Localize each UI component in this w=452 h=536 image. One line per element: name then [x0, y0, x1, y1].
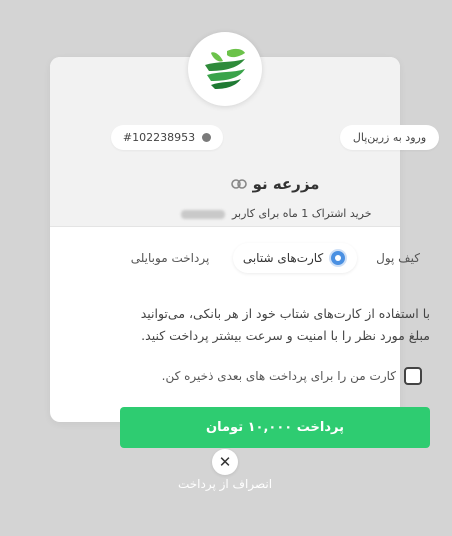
description-text: خرید اشتراک 1 ماه برای کاربر — [231, 207, 372, 220]
payment-info: با استفاده از کارت‌های شتاب خود از هر با… — [125, 303, 430, 347]
link-icon[interactable] — [230, 179, 247, 189]
merchant-name: مزرعه نو — [200, 175, 350, 193]
tab-wallet-label: کیف پول — [376, 251, 420, 265]
merchant-logo — [188, 32, 262, 106]
tab-shetab-label: کارت‌های شتابی — [242, 251, 324, 265]
close-icon: ✕ — [218, 453, 232, 471]
save-card-option[interactable]: کارت من را برای پرداخت های بعدی ذخیره کن… — [150, 366, 422, 386]
purchase-description: خرید اشتراک 1 ماه برای کاربر — [110, 207, 440, 220]
tab-wallet[interactable]: کیف پول — [368, 243, 428, 273]
save-card-checkbox[interactable] — [404, 367, 422, 385]
blurred-username — [181, 209, 226, 219]
info-line: مبلغ مورد نظر را با امنیت و سرعت بیشتر پ… — [141, 328, 430, 343]
info-line: با استفاده از کارت‌های شتاب خود از هر با… — [140, 306, 430, 321]
leaf-logo-icon — [205, 48, 245, 89]
pay-button[interactable]: پرداخت ۱۰,۰۰۰ تومان — [120, 407, 430, 448]
tab-shetab-cards[interactable]: کارت‌های شتابی — [233, 243, 357, 273]
cancel-close-button[interactable]: ✕ — [212, 449, 238, 475]
login-button[interactable]: ورود به زرین‌پال — [340, 125, 439, 150]
cancel-payment-link[interactable]: انصراف از پرداخت — [150, 477, 300, 491]
transaction-id-badge: #102238953 — [111, 125, 223, 150]
payment-card: #102238953 ورود به زرین‌پال مزرعه نو خری… — [50, 57, 439, 448]
tab-mobile-payment[interactable]: پرداخت موبایلی — [120, 243, 220, 273]
tab-mobile-label: پرداخت موبایلی — [130, 251, 210, 265]
radio-selected-icon — [329, 249, 348, 267]
save-card-label: کارت من را برای پرداخت های بعدی ذخیره کن… — [161, 369, 396, 383]
merchant-name-text: مزرعه نو — [252, 175, 320, 193]
transaction-id-text: #102238953 — [122, 131, 196, 144]
status-dot-icon — [202, 133, 212, 142]
